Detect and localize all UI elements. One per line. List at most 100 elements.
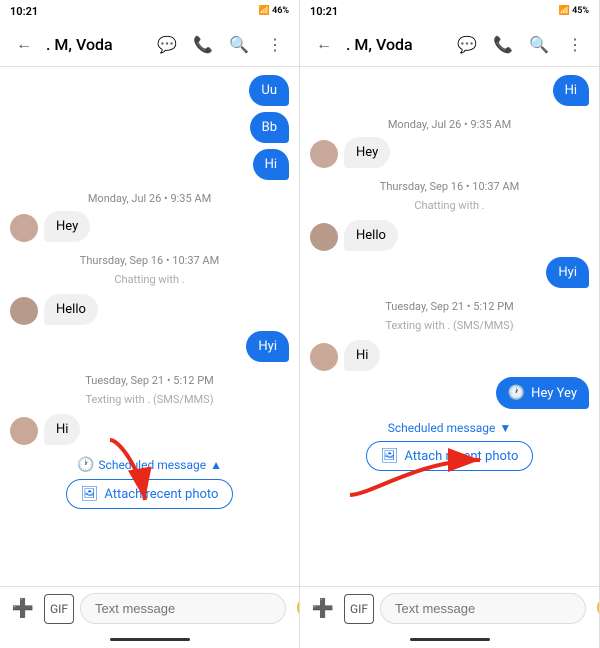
status-icons-left: 📶 46% [259, 6, 289, 16]
table-row: Hyi [10, 331, 289, 362]
avatar-right-1 [310, 140, 338, 168]
message-icon-left[interactable]: 💬 [153, 30, 181, 58]
avatar-left-1 [10, 214, 38, 242]
attach-label-right: Attach recent photo [404, 449, 518, 464]
bubble-hello: Hello [44, 294, 98, 325]
signal-icon: 📶 [259, 6, 270, 16]
gif-icon-right[interactable]: GIF [344, 594, 374, 624]
hey-yey-text: Hey Yey [531, 386, 577, 401]
table-row: Hi [310, 75, 589, 106]
emoji-icon-left[interactable]: 🙂 [292, 594, 300, 624]
contact-name-right: . M, Voda [346, 35, 445, 54]
date-label-r3: Tuesday, Sep 21 • 5:12 PM [310, 300, 589, 313]
more-icon-right[interactable]: ⋮ [561, 30, 589, 58]
left-panel: 10:21 📶 46% ← . M, Voda 💬 📞 🔍 ⋮ Uu Bb [0, 0, 300, 648]
bubble-uu: Uu [249, 75, 289, 106]
contact-name-left: . M, Voda [46, 35, 145, 54]
table-row: Hello [310, 220, 589, 251]
add-icon-right[interactable]: ➕ [308, 594, 338, 624]
chat-area-left: Uu Bb Hi Monday, Jul 26 • 9:35 AM Hey Th… [0, 67, 299, 586]
bubble-hey: Hey [44, 211, 90, 242]
scheduled-label-right: Scheduled message [388, 421, 496, 435]
date-label-3: Tuesday, Sep 21 • 5:12 PM [10, 374, 289, 387]
avatar-left-2 [10, 297, 38, 325]
right-panel: 10:21 📶 45% ← . M, Voda 💬 📞 🔍 ⋮ Hi Monda… [300, 0, 600, 648]
sub-label-1: Chatting with . [10, 273, 289, 286]
time-left: 10:21 [10, 5, 38, 18]
search-icon-left[interactable]: 🔍 [225, 30, 253, 58]
scheduled-label-left: Scheduled message [98, 458, 206, 472]
bubble-hyi: Hyi [246, 331, 289, 362]
image-icon-right: 🖼 [381, 448, 399, 464]
gif-icon-left[interactable]: GIF [44, 594, 74, 624]
chat-area-right: Hi Monday, Jul 26 • 9:35 AM Hey Thursday… [300, 67, 599, 586]
table-row: Hey [310, 137, 589, 168]
more-icon-left[interactable]: ⋮ [261, 30, 289, 58]
home-bar-right [410, 638, 490, 641]
bubble-hyi-r: Hyi [546, 257, 589, 288]
status-icons-right: 📶 45% [559, 6, 589, 16]
attach-recent-photo-button-left[interactable]: 🖼 Attach recent photo [66, 479, 234, 509]
date-label-r1: Monday, Jul 26 • 9:35 AM [310, 118, 589, 131]
avatar-right-3 [310, 343, 338, 371]
status-bar-left: 10:21 📶 46% [0, 0, 299, 22]
time-right: 10:21 [310, 5, 338, 18]
table-row: Hi [10, 149, 289, 180]
bubble-hello-r: Hello [344, 220, 398, 251]
signal-icon-r: 📶 [559, 6, 570, 16]
bottom-bar-right: ➕ GIF 🙂 🎤 [300, 586, 599, 630]
scheduled-section-left: 🕐 Scheduled message ▲ 🖼 Attach recent ph… [10, 451, 289, 513]
emoji-icon-right[interactable]: 🙂 [592, 594, 600, 624]
sub-label-2: Texting with . (SMS/MMS) [10, 393, 289, 406]
date-label-r2: Thursday, Sep 16 • 10:37 AM [310, 180, 589, 193]
text-input-right[interactable] [380, 593, 586, 624]
table-row: 🕐 Hey Yey [310, 377, 589, 409]
table-row: Hi [10, 414, 289, 445]
table-row: Hi [310, 340, 589, 371]
sub-label-r1: Chatting with . [310, 199, 589, 212]
text-input-left[interactable] [80, 593, 286, 624]
battery-left: 46% [272, 6, 289, 16]
battery-right: 45% [572, 6, 589, 16]
clock-s-icon: 🕐 [508, 385, 525, 401]
scheduled-row-right[interactable]: Scheduled message ▼ [388, 421, 512, 435]
app-bar-left: ← . M, Voda 💬 📞 🔍 ⋮ [0, 22, 299, 67]
table-row: Hey [10, 211, 289, 242]
scheduled-row-left[interactable]: 🕐 Scheduled message ▲ [77, 457, 222, 473]
home-indicator-right [300, 630, 599, 648]
bubble-bb: Bb [250, 112, 289, 143]
bottom-bar-left: ➕ GIF 🙂 🎤 [0, 586, 299, 630]
scheduled-section-right: Scheduled message ▼ 🖼 Attach recent phot… [310, 415, 589, 475]
image-icon-left: 🖼 [81, 486, 99, 502]
bubble-hey-r: Hey [344, 137, 390, 168]
bubble-hi-r: Hi [553, 75, 589, 106]
sub-label-r2: Texting with . (SMS/MMS) [310, 319, 589, 332]
scheduled-arrow-right: ▼ [499, 421, 511, 435]
home-bar-left [110, 638, 190, 641]
table-row: Uu [10, 75, 289, 106]
attach-label-left: Attach recent photo [104, 487, 218, 502]
scheduled-bubble-right: 🕐 Hey Yey [496, 377, 589, 409]
bubble-hi2: Hi [44, 414, 80, 445]
app-bar-right: ← . M, Voda 💬 📞 🔍 ⋮ [300, 22, 599, 67]
bubble-hi-r2: Hi [344, 340, 380, 371]
avatar-right-2 [310, 223, 338, 251]
scheduled-arrow-left: ▲ [210, 458, 222, 472]
table-row: Hello [10, 294, 289, 325]
table-row: Bb [10, 112, 289, 143]
back-button-left[interactable]: ← [10, 30, 38, 58]
phone-icon-left[interactable]: 📞 [189, 30, 217, 58]
bubble-hi1: Hi [253, 149, 289, 180]
avatar-left-3 [10, 417, 38, 445]
date-label-2: Thursday, Sep 16 • 10:37 AM [10, 254, 289, 267]
attach-recent-photo-button-right[interactable]: 🖼 Attach recent photo [366, 441, 534, 471]
phone-icon-right[interactable]: 📞 [489, 30, 517, 58]
search-icon-right[interactable]: 🔍 [525, 30, 553, 58]
table-row: Hyi [310, 257, 589, 288]
add-icon-left[interactable]: ➕ [8, 594, 38, 624]
message-icon-right[interactable]: 💬 [453, 30, 481, 58]
status-bar-right: 10:21 📶 45% [300, 0, 599, 22]
clock-icon-left: 🕐 [77, 457, 94, 473]
back-button-right[interactable]: ← [310, 30, 338, 58]
home-indicator-left [0, 630, 299, 648]
